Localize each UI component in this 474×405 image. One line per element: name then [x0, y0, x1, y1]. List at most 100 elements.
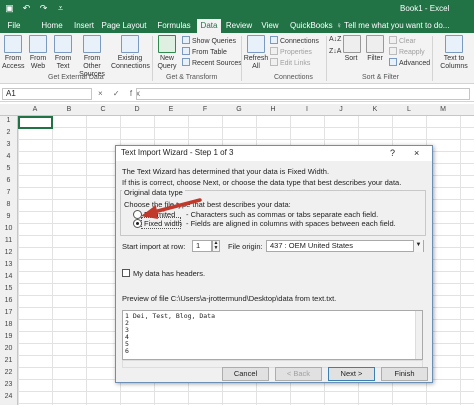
tab-page-layout[interactable]: Page Layout: [101, 19, 147, 33]
window-title: Book1 - Excel: [400, 4, 450, 13]
sort-az-icon: A↓Z: [329, 36, 342, 43]
from-table-button[interactable]: From Table: [182, 47, 227, 57]
row-header[interactable]: 4: [0, 153, 17, 160]
name-box[interactable]: A1: [2, 88, 92, 100]
ribbon: From Access From Web From Text From Othe…: [0, 33, 474, 84]
row-header[interactable]: 11: [0, 237, 17, 244]
group-label-connections: Connections: [274, 74, 313, 81]
tab-view[interactable]: View: [258, 19, 282, 33]
row-header[interactable]: 23: [0, 381, 17, 388]
row-header[interactable]: 18: [0, 321, 17, 328]
column-header[interactable]: F: [188, 106, 222, 113]
text-to-columns-button[interactable]: Text to Columns: [436, 35, 472, 71]
from-access-button[interactable]: From Access: [2, 35, 25, 71]
refresh-all-button[interactable]: Refresh All: [243, 35, 269, 71]
column-header[interactable]: D: [120, 106, 154, 113]
preview-pane[interactable]: 1 Dei, Test, Blog, Data 2 3 4 5 6: [122, 310, 423, 360]
from-other-sources-button[interactable]: From Other Sources: [75, 35, 109, 79]
column-header[interactable]: G: [222, 106, 256, 113]
selected-cell[interactable]: [18, 116, 53, 129]
reapply-button[interactable]: Reapply: [389, 47, 425, 57]
row-header[interactable]: 20: [0, 345, 17, 352]
start-row-input[interactable]: 1: [192, 240, 212, 252]
row-header[interactable]: 22: [0, 369, 17, 376]
filter-button[interactable]: Filter: [366, 35, 384, 63]
headers-label[interactable]: My data has headers.: [133, 269, 205, 278]
column-header[interactable]: K: [358, 106, 392, 113]
save-icon[interactable]: ▣: [4, 3, 15, 14]
row-header[interactable]: 1: [0, 117, 17, 124]
formula-input[interactable]: [136, 88, 470, 100]
file-origin-select[interactable]: 437 : OEM United States ▼: [266, 240, 424, 252]
redo-icon[interactable]: ↷: [38, 3, 49, 14]
column-header[interactable]: E: [154, 106, 188, 113]
row-header[interactable]: 9: [0, 213, 17, 220]
back-button[interactable]: < Back: [275, 367, 322, 381]
row-header[interactable]: 17: [0, 309, 17, 316]
column-header[interactable]: N: [460, 106, 474, 113]
undo-icon[interactable]: ↶: [21, 3, 32, 14]
row-header[interactable]: 14: [0, 273, 17, 280]
row-header[interactable]: 24: [0, 393, 17, 400]
tab-review[interactable]: Review: [224, 19, 254, 33]
finish-button[interactable]: Finish: [381, 367, 428, 381]
cancel-button[interactable]: Cancel: [222, 367, 269, 381]
new-query-button[interactable]: New Query: [154, 35, 180, 71]
sort-button[interactable]: Sort: [343, 35, 361, 63]
tab-quickbooks[interactable]: QuickBooks: [290, 19, 333, 33]
preview-vertical-scrollbar[interactable]: [415, 311, 422, 359]
headers-checkbox[interactable]: [122, 269, 130, 277]
tab-formulas[interactable]: Formulas: [153, 19, 195, 33]
column-header[interactable]: L: [392, 106, 426, 113]
column-header[interactable]: H: [256, 106, 290, 113]
row-header[interactable]: 12: [0, 249, 17, 256]
tab-insert[interactable]: Insert: [68, 19, 100, 33]
show-queries-button[interactable]: Show Queries: [182, 36, 236, 46]
preview-horizontal-scrollbar[interactable]: [122, 360, 423, 368]
recent-sources-icon: [182, 58, 190, 66]
column-header[interactable]: I: [290, 106, 324, 113]
column-header[interactable]: C: [86, 106, 120, 113]
help-icon[interactable]: ?: [390, 146, 395, 160]
from-text-button[interactable]: From Text: [52, 35, 74, 71]
start-row-spinner[interactable]: ▲ ▼: [212, 240, 220, 252]
connections-button[interactable]: Connections: [270, 36, 319, 46]
row-header[interactable]: 19: [0, 333, 17, 340]
clear-button[interactable]: Clear: [389, 36, 416, 46]
column-header[interactable]: M: [426, 106, 460, 113]
row-header[interactable]: 10: [0, 225, 17, 232]
recent-sources-button[interactable]: Recent Sources: [182, 58, 242, 68]
edit-links-button[interactable]: Edit Links: [270, 58, 310, 68]
sort-za-button[interactable]: Z↓A: [329, 47, 341, 56]
column-header[interactable]: B: [52, 106, 86, 113]
fixed-width-label[interactable]: Fixed width: [144, 219, 182, 228]
sort-az-button[interactable]: A↓Z: [329, 35, 341, 44]
close-icon[interactable]: ×: [414, 146, 419, 160]
row-header[interactable]: 3: [0, 141, 17, 148]
row-header[interactable]: 16: [0, 297, 17, 304]
from-web-button[interactable]: From Web: [26, 35, 50, 71]
row-header[interactable]: 2: [0, 129, 17, 136]
row-header[interactable]: 7: [0, 189, 17, 196]
intro-text: If this is correct, choose Next, or choo…: [122, 178, 402, 187]
row-header[interactable]: 15: [0, 285, 17, 292]
row-header[interactable]: 6: [0, 177, 17, 184]
existing-connections-button[interactable]: Existing Connections: [111, 35, 150, 71]
advanced-button[interactable]: Advanced: [389, 58, 430, 68]
next-button[interactable]: Next >: [328, 367, 375, 381]
row-header[interactable]: 13: [0, 261, 17, 268]
tell-me-box[interactable]: ♀ Tell me what you want to do...: [336, 19, 449, 32]
row-header[interactable]: 21: [0, 357, 17, 364]
row-header[interactable]: 5: [0, 165, 17, 172]
tab-home[interactable]: Home: [36, 19, 68, 33]
customize-icon[interactable]: ⩡: [55, 3, 66, 14]
tab-file[interactable]: File: [2, 19, 26, 33]
chevron-down-icon[interactable]: ▼: [413, 240, 423, 252]
column-header[interactable]: J: [324, 106, 358, 113]
column-header[interactable]: A: [18, 106, 52, 113]
choose-file-type-label: Choose the file type that best describes…: [124, 200, 291, 209]
properties-button[interactable]: Properties: [270, 47, 312, 57]
tab-data[interactable]: Data: [197, 19, 221, 33]
group-separator: [432, 36, 433, 81]
row-header[interactable]: 8: [0, 201, 17, 208]
